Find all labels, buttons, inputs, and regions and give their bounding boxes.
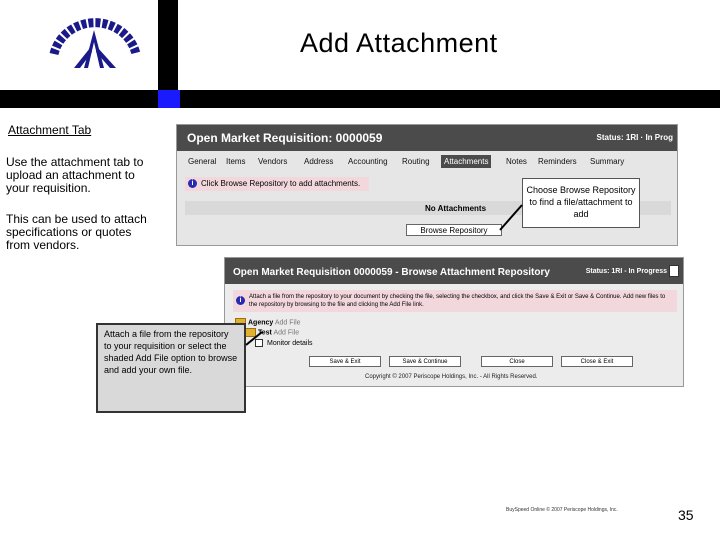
- folder-icon: [245, 328, 256, 338]
- repository-message-text: Attach a file from the repository to you…: [249, 294, 666, 308]
- repository-tree: Agency Add File Test Add File Monitor de…: [235, 318, 313, 349]
- tree-agency-label: Agency: [248, 319, 274, 327]
- attachment-tab-heading: Attachment Tab: [8, 123, 92, 137]
- tree-test-label: Test: [258, 329, 272, 337]
- info-icon: i: [236, 296, 245, 305]
- requisition-status: Status: 1RI · In Prog: [596, 133, 673, 142]
- info-icon: i: [188, 179, 197, 189]
- tab-summary[interactable]: Summary: [587, 155, 627, 168]
- agency-add-file-link[interactable]: Add File: [275, 319, 301, 326]
- tree-item-test[interactable]: Test Add File: [235, 328, 313, 338]
- repository-buttons: Save & Exit Save & Continue Close Close …: [309, 356, 673, 368]
- header-bar-horizontal: [0, 90, 720, 108]
- document-icon[interactable]: [669, 265, 679, 277]
- repository-header: Open Market Requisition 0000059 - Browse…: [225, 258, 683, 284]
- requisition-header: Open Market Requisition: 0000059 Status:…: [177, 125, 677, 151]
- attachment-tab-description: Use the attachment tab to upload an atta…: [6, 155, 144, 195]
- attachments-message-text: Click Browse Repository to add attachmen…: [201, 179, 361, 188]
- no-attachments-label: No Attachments: [425, 204, 487, 213]
- tab-address[interactable]: Address: [301, 155, 336, 168]
- tree-item-monitor[interactable]: Monitor details: [235, 338, 313, 349]
- repository-status: Status: 1RI - In Progress: [585, 268, 667, 275]
- tab-accounting[interactable]: Accounting: [345, 155, 391, 168]
- save-exit-button[interactable]: Save & Exit: [309, 356, 381, 367]
- tab-routing[interactable]: Routing: [399, 155, 433, 168]
- monitor-checkbox[interactable]: [255, 338, 263, 347]
- repository-title: Open Market Requisition 0000059 - Browse…: [233, 267, 550, 278]
- tab-reminders[interactable]: Reminders: [535, 155, 580, 168]
- attachment-tab-description-2: This can be used to attach specification…: [6, 212, 147, 252]
- close-button[interactable]: Close: [481, 356, 553, 367]
- header-bar-vertical: [158, 0, 178, 90]
- repository-message: i Attach a file from the repository to y…: [233, 290, 677, 312]
- test-add-file-link[interactable]: Add File: [273, 330, 299, 337]
- repository-copyright: Copyright © 2007 Periscope Holdings, Inc…: [365, 374, 538, 380]
- footer-copyright: BuySpeed Online © 2007 Periscope Holding…: [506, 507, 618, 513]
- tree-item-agency[interactable]: Agency Add File: [235, 318, 313, 328]
- requisition-tabs: General Items Vendors Address Accounting…: [185, 155, 673, 169]
- header-accent-square: [158, 90, 180, 108]
- requisition-title: Open Market Requisition: 0000059: [187, 131, 383, 145]
- tab-notes[interactable]: Notes: [503, 155, 530, 168]
- attach-file-callout: Attach a file from the repository to you…: [96, 323, 246, 413]
- tab-general[interactable]: General: [185, 155, 219, 168]
- save-continue-button[interactable]: Save & Continue: [389, 356, 461, 367]
- tab-attachments[interactable]: Attachments: [441, 155, 492, 168]
- browse-repository-button[interactable]: Browse Repository: [406, 224, 502, 236]
- tab-items[interactable]: Items: [223, 155, 249, 168]
- page-number: 35: [678, 507, 694, 523]
- attachments-message: i Click Browse Repository to add attachme…: [185, 177, 369, 191]
- tree-monitor-label: Monitor details: [267, 339, 313, 347]
- slide-title: Add Attachment: [300, 28, 498, 58]
- browse-repository-callout: Choose Browse Repository to find a file/…: [522, 178, 640, 228]
- close-exit-button[interactable]: Close & Exit: [561, 356, 633, 367]
- browse-attachment-repository-screenshot: Open Market Requisition 0000059 - Browse…: [224, 257, 684, 387]
- tab-vendors[interactable]: Vendors: [255, 155, 290, 168]
- airport-authority-logo: [49, 18, 141, 68]
